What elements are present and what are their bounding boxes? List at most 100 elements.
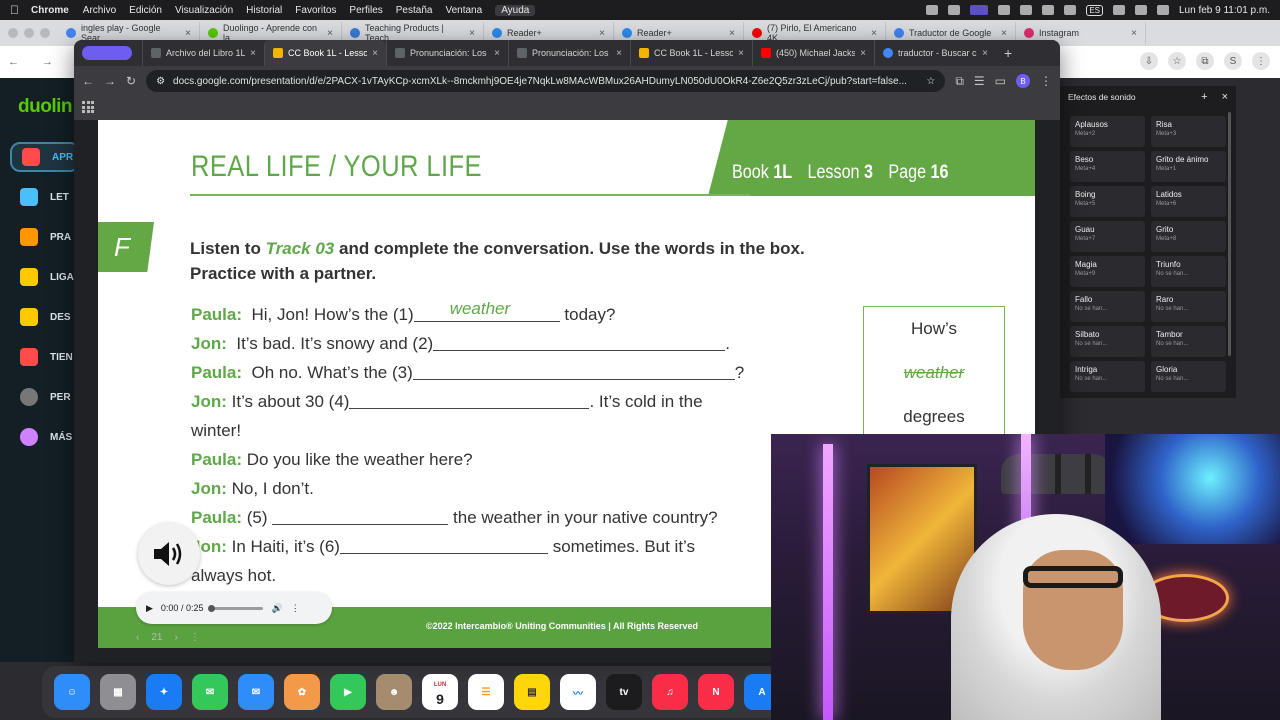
menu-visualizacion[interactable]: Visualización (175, 5, 233, 16)
close-icon[interactable]: × (982, 48, 988, 59)
tab-cc-book-active[interactable]: CC Book 1L - Lesson × (264, 40, 386, 66)
play-icon[interactable] (1064, 5, 1077, 15)
site-info-icon[interactable]: ⚙ (156, 76, 165, 87)
freeform-icon[interactable]: 〰 (560, 674, 596, 710)
new-tab-button[interactable]: + (1004, 45, 1012, 61)
control-center-icon[interactable] (1157, 5, 1169, 15)
profile-avatar[interactable]: B (1016, 74, 1030, 88)
menubar-app-name[interactable]: Chrome (31, 5, 69, 16)
bg-menu-icon[interactable]: ⋮ (1252, 52, 1270, 70)
sfx-button-aplausos[interactable]: Aplausos Meta+2 (1070, 116, 1145, 147)
close-icon[interactable]: × (1131, 28, 1137, 39)
tab-pronunciacion-2[interactable]: Pronunciación: Los s × (508, 40, 630, 66)
address-bar[interactable]: ⚙ docs.google.com/presentation/d/e/2PACX… (146, 70, 946, 92)
search-icon[interactable] (1135, 5, 1147, 15)
close-icon[interactable]: × (185, 28, 191, 39)
play-icon[interactable]: ▶ (146, 603, 153, 614)
menu-historial[interactable]: Historial (246, 5, 282, 16)
back-icon[interactable]: ← (82, 74, 94, 88)
messages-icon[interactable]: ✉ (192, 674, 228, 710)
volume-icon[interactable]: 🔊 (271, 603, 282, 614)
airdrop-icon[interactable] (1042, 5, 1055, 15)
screen-record-icon[interactable] (970, 5, 989, 15)
apple-icon[interactable]:  (10, 3, 19, 17)
duo-nav-aprender[interactable]: APR (10, 142, 80, 172)
sfx-button-gloria[interactable]: Gloria No se han... (1151, 361, 1226, 392)
sfx-button-latidos[interactable]: Latidos Meta+6 (1151, 186, 1226, 217)
speaker-icon[interactable] (138, 523, 200, 585)
close-icon[interactable]: × (738, 48, 744, 59)
minimize-window-button[interactable] (24, 28, 34, 38)
menubar-clock[interactable]: Lun feb 9 11:01 p.m. (1179, 5, 1270, 16)
prev-slide-icon[interactable]: ‹ (136, 632, 139, 643)
sfx-button-guau[interactable]: Guau Meta+7 (1070, 221, 1145, 252)
bg-profile-icon[interactable]: S (1224, 52, 1242, 70)
menu-edicion[interactable]: Edición (129, 5, 162, 16)
close-icon[interactable]: × (372, 48, 378, 59)
tab-search-icon[interactable]: ☰ (974, 74, 985, 88)
close-icon[interactable]: × (729, 28, 735, 39)
audio-icon[interactable] (1020, 5, 1033, 15)
duo-nav-practicar[interactable]: PRA (10, 222, 80, 252)
extensions-icon[interactable]: ⧉ (955, 74, 964, 89)
sfx-button-triunfo[interactable]: Triunfo No se han... (1151, 256, 1226, 287)
menu-ayuda[interactable]: Ayuda (495, 4, 536, 16)
menu-favoritos[interactable]: Favoritos (295, 5, 336, 16)
add-icon[interactable]: + (1201, 91, 1207, 103)
music-icon[interactable]: ♫ (652, 674, 688, 710)
sfx-button-silbato[interactable]: Silbato No se han... (1070, 326, 1145, 357)
menu-perfiles[interactable]: Perfiles (349, 5, 382, 16)
duo-nav-letras[interactable]: LET (10, 182, 80, 212)
bg-install-icon[interactable]: ⇩ (1140, 52, 1158, 70)
sfx-button-fallo[interactable]: Fallo No se han... (1070, 291, 1145, 322)
sfx-button-boing[interactable]: Boing Meta+5 (1070, 186, 1145, 217)
sfx-button-grito-animo[interactable]: Grito de ánimo Meta+1 (1151, 151, 1226, 182)
mail-icon[interactable]: ✉ (238, 674, 274, 710)
photos-icon[interactable]: ✿ (284, 674, 320, 710)
slide-menu-icon[interactable]: ⋮ (190, 632, 200, 643)
close-icon[interactable]: × (860, 48, 866, 59)
menu-archivo[interactable]: Archivo (83, 5, 116, 16)
close-icon[interactable]: × (599, 28, 605, 39)
apps-grid-icon[interactable] (82, 101, 94, 113)
chrome-menu-icon[interactable]: ⋮ (1040, 74, 1052, 88)
bg-star-icon[interactable]: ☆ (1168, 52, 1186, 70)
close-window-button[interactable] (8, 28, 18, 38)
status-icon-2[interactable] (948, 5, 961, 15)
sfx-button-beso[interactable]: Beso Meta+4 (1070, 151, 1145, 182)
duo-nav-perfil[interactable]: PER (10, 382, 80, 412)
wifi-icon[interactable] (1113, 5, 1125, 15)
menu-ventana[interactable]: Ventana (445, 5, 482, 16)
facetime-icon[interactable]: ▶ (330, 674, 366, 710)
audio-progress[interactable] (208, 604, 264, 612)
cloud-icon[interactable] (998, 5, 1011, 15)
bookmark-star-icon[interactable]: ☆ (926, 76, 935, 87)
bg-extension-icon[interactable]: ⧉ (1196, 52, 1214, 70)
sfx-button-magia[interactable]: Magia Meta+9 (1070, 256, 1145, 287)
sfx-button-intriga[interactable]: Intriga No se han... (1070, 361, 1145, 392)
tab-cc-book-2[interactable]: CC Book 1L - Lesson × (630, 40, 752, 66)
sfx-button-raro[interactable]: Raro No se han... (1151, 291, 1226, 322)
tab-group-chip[interactable] (82, 46, 132, 60)
duo-nav-ligas[interactable]: LIGA (10, 262, 80, 292)
tv-icon[interactable]: tv (606, 674, 642, 710)
status-icon-1[interactable] (926, 5, 939, 15)
next-slide-icon[interactable]: › (174, 632, 177, 643)
sfx-button-grito[interactable]: Grito Meta+8 (1151, 221, 1226, 252)
duo-nav-tienda[interactable]: TIEN (10, 342, 80, 372)
notes-icon[interactable]: ▤ (514, 674, 550, 710)
safari-icon[interactable]: ✦ (146, 674, 182, 710)
sfx-button-tambor[interactable]: Tambor No se han... (1151, 326, 1226, 357)
zoom-window-button[interactable] (40, 28, 50, 38)
contacts-icon[interactable]: ☻ (376, 674, 412, 710)
news-icon[interactable]: N (698, 674, 734, 710)
tab-traductor[interactable]: traductor - Buscar c × (874, 40, 996, 66)
close-icon[interactable]: × (469, 28, 475, 39)
close-icon[interactable]: × (1001, 28, 1007, 39)
tab-archivo-libro[interactable]: Archivo del Libro 1L × (142, 40, 264, 66)
tab-youtube[interactable]: (450) Michael Jacks × (752, 40, 874, 66)
launchpad-icon[interactable]: ▦ (100, 674, 136, 710)
calendar-icon[interactable]: LUN 9 (422, 674, 458, 710)
forward-icon[interactable]: → (104, 74, 116, 88)
close-icon[interactable]: × (1222, 91, 1228, 103)
